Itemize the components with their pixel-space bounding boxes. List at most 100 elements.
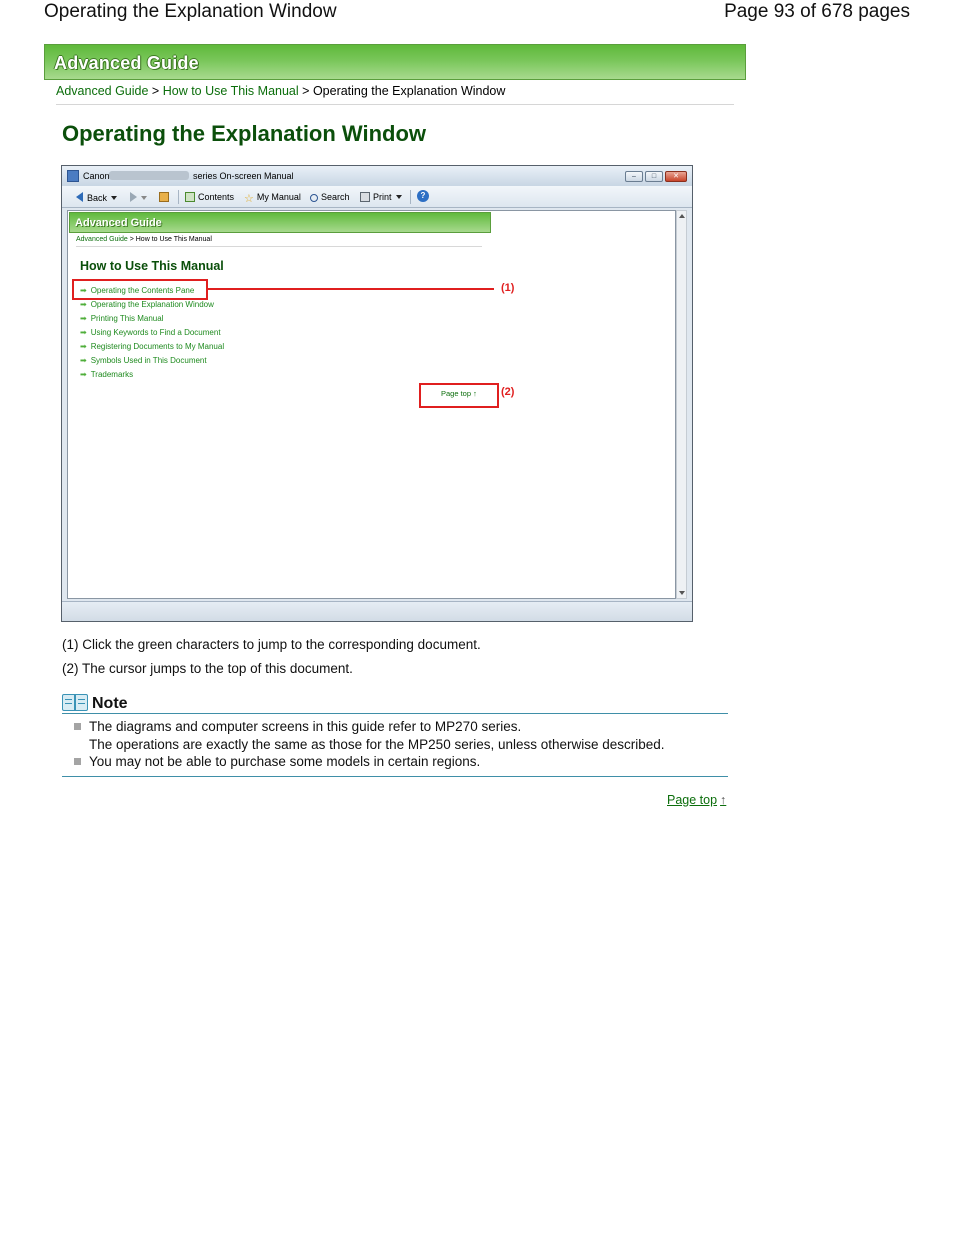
explanation-window-screenshot: Canon series On-screen Manual – □ ✕ Back…	[61, 165, 693, 622]
bullet-icon	[74, 723, 81, 730]
forward-button	[130, 192, 147, 203]
link-label: Registering Documents to My Manual	[90, 342, 225, 351]
note-top-rule	[62, 713, 728, 714]
callout-line-1	[208, 288, 494, 290]
breadcrumb-advanced-guide[interactable]: Advanced Guide	[56, 84, 148, 98]
arrow-icon: ➡	[80, 356, 87, 365]
window-title-brand: Canon	[83, 171, 110, 181]
link-label: Operating the Explanation Window	[90, 300, 214, 309]
scroll-down-icon	[679, 591, 685, 595]
note-list: The diagrams and computer screens in thi…	[74, 718, 665, 771]
arrow-up-icon: ↑	[720, 793, 727, 807]
scrollbar	[676, 210, 687, 599]
list-item: ➡ Printing This Manual	[80, 312, 224, 326]
breadcrumb-separator: >	[302, 84, 310, 98]
printer-icon	[360, 192, 370, 202]
search-icon	[310, 194, 318, 202]
note-text: The operations are exactly the same as t…	[89, 736, 665, 752]
inner-title: How to Use This Manual	[80, 259, 224, 273]
list-item: ➡ Symbols Used in This Document	[80, 354, 224, 368]
search-button: Search	[310, 192, 350, 202]
back-label: Back	[87, 193, 108, 203]
home-icon	[159, 192, 172, 202]
callout-label-1: (1)	[501, 282, 515, 294]
minimize-icon: –	[625, 171, 643, 182]
maximize-icon: □	[645, 171, 663, 182]
link-label: Symbols Used in This Document	[90, 356, 207, 365]
toolbar-separator	[410, 190, 411, 204]
list-item: ➡ Operating the Explanation Window	[80, 298, 224, 312]
search-label: Search	[321, 192, 350, 202]
arrow-icon: ➡	[80, 342, 87, 351]
callout-box-1	[72, 279, 208, 300]
note-bottom-rule	[62, 776, 728, 777]
arrow-icon: ➡	[80, 300, 87, 309]
breadcrumb-how-to-use[interactable]: How to Use This Manual	[163, 84, 299, 98]
window-title-bar: Canon series On-screen Manual – □ ✕	[62, 166, 692, 186]
list-item: ➡ Using Keywords to Find a Document	[80, 326, 224, 340]
explanation-pane: Advanced Guide Advanced Guide > How to U…	[67, 210, 676, 599]
chevron-down-icon	[111, 196, 118, 200]
description-2: (2) The cursor jumps to the top of this …	[62, 661, 353, 676]
status-bar	[62, 601, 692, 621]
inner-breadcrumb: Advanced Guide > How to Use This Manual	[76, 236, 212, 243]
inner-breadcrumb-rest: > How to Use This Manual	[129, 236, 212, 243]
callout-box-2	[419, 383, 499, 408]
document-title: Operating the Explanation Window	[44, 1, 337, 22]
note-item: You may not be able to purchase some mod…	[74, 753, 665, 771]
window-controls: – □ ✕	[625, 171, 687, 182]
app-icon	[67, 170, 79, 182]
breadcrumb: Advanced Guide > How to Use This Manual …	[56, 84, 505, 98]
inner-divider	[76, 246, 482, 247]
note-text: The diagrams and computer screens in thi…	[89, 719, 522, 734]
page-top-label: Page top	[667, 793, 718, 807]
description-1: (1) Click the green characters to jump t…	[62, 637, 481, 652]
breadcrumb-current: Operating the Explanation Window	[312, 84, 506, 98]
inner-banner-label: Advanced Guide	[75, 217, 162, 229]
bullet-icon	[74, 758, 81, 765]
list-item: ➡ Trademarks	[80, 368, 224, 382]
inner-breadcrumb-link: Advanced Guide	[76, 236, 128, 243]
note-text: You may not be able to purchase some mod…	[89, 754, 481, 769]
my-manual-label: My Manual	[256, 192, 301, 202]
inner-banner: Advanced Guide	[69, 212, 491, 233]
print-button: Print	[360, 192, 402, 202]
close-icon: ✕	[665, 171, 687, 182]
breadcrumb-separator: >	[151, 84, 160, 98]
star-icon: ☆	[244, 193, 254, 205]
chevron-down-icon	[395, 195, 402, 199]
contents-icon	[185, 192, 195, 202]
page-title: Operating the Explanation Window	[62, 121, 427, 146]
book-icon	[62, 692, 90, 713]
page-top-link[interactable]: Page top ↑	[667, 793, 726, 807]
forward-arrow-icon	[130, 192, 137, 202]
my-manual-button: ☆ My Manual	[244, 192, 301, 205]
blurred-model-name	[109, 171, 189, 180]
note-header: Note	[62, 689, 128, 713]
callout-label-2: (2)	[501, 386, 515, 398]
toolbar-separator	[178, 190, 179, 204]
arrow-icon: ➡	[80, 314, 87, 323]
note-item: The diagrams and computer screens in thi…	[74, 718, 665, 753]
banner-label: Advanced Guide	[54, 53, 199, 73]
note-title: Note	[92, 695, 128, 712]
advanced-guide-banner: Advanced Guide	[44, 44, 746, 80]
scroll-up-icon	[679, 214, 685, 218]
contents-button: Contents	[185, 192, 234, 202]
list-item: ➡ Registering Documents to My Manual	[80, 340, 224, 354]
link-label: Trademarks	[90, 370, 134, 379]
link-label: Using Keywords to Find a Document	[90, 328, 221, 337]
manual-toolbar: Back Contents ☆ My Manual Search Print ?	[62, 186, 692, 208]
arrow-icon: ➡	[80, 328, 87, 337]
contents-label: Contents	[198, 192, 235, 202]
back-arrow-icon	[76, 192, 83, 202]
breadcrumb-divider	[56, 104, 734, 105]
window-title-suffix: series On-screen Manual	[193, 171, 294, 181]
link-label: Printing This Manual	[90, 314, 164, 323]
chevron-down-icon	[141, 196, 147, 200]
page-indicator: Page 93 of 678 pages	[724, 1, 910, 22]
arrow-icon: ➡	[80, 370, 87, 379]
back-button: Back	[76, 192, 118, 203]
print-label: Print	[373, 192, 392, 202]
help-icon: ?	[417, 190, 429, 202]
